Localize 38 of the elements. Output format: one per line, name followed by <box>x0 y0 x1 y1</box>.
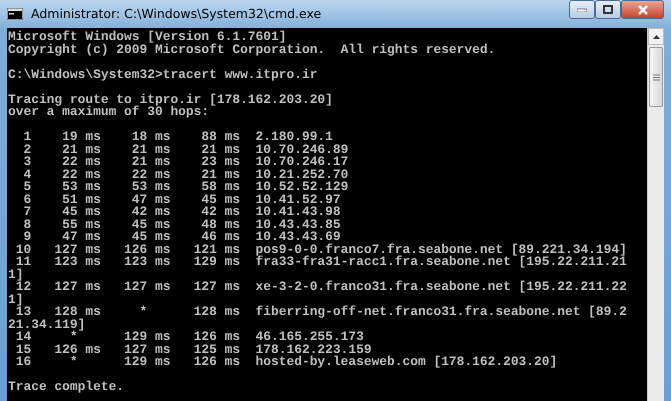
console-line: 12 127 ms 127 ms 127 ms xe-3-2-0.franco31.fra.seabone.net [195.22.211.22 <box>16 281 628 294</box>
maximize-button[interactable] <box>595 0 621 19</box>
console-line: 1 19 ms 18 ms 88 ms 2.180.99.1 <box>22 131 334 144</box>
console-line: 3 22 ms 21 ms 23 ms 10.70.246.17 <box>22 156 350 168</box>
console-line: Tracing route to itpro.ir [178.162.203.20] <box>8 94 334 106</box>
console-line: Trace complete. <box>8 381 126 394</box>
console-line: Microsoft Windows [Version 6.1.7601] <box>8 31 286 44</box>
console-line: 13 128 ms * 128 ms fiberring-off-net.franco31.fra.seabone.net [89.2 <box>16 306 628 318</box>
console-line: 8 55 ms 45 ms 48 ms 10.43.43.85 <box>22 218 342 231</box>
close-button[interactable] <box>621 0 664 19</box>
console-line: 15 126 ms 127 ms 125 ms 178.162.223.159 <box>14 344 372 356</box>
console-line: 10 127 ms 126 ms 121 ms pos9-0-0.franco7.fra.seabone.net [89.221.34.194] <box>14 244 628 256</box>
console-line: 16 * 129 ms 126 ms hosted-by.leaseweb.com [178.162.203.20] <box>14 356 558 368</box>
console-line: 2 21 ms 21 ms 21 ms 10.70.246.89 <box>22 144 350 156</box>
scroll-up-button[interactable] <box>648 28 664 45</box>
close-icon <box>636 4 648 14</box>
console-line: C:\Windows\System32>tracert www.itpro.ir <box>8 68 318 81</box>
console-line: 4 22 ms 22 ms 21 ms 10.21.252.70 <box>22 168 350 181</box>
console-line: over a maximum of 30 hops: <box>8 106 210 118</box>
minimize-button[interactable] <box>569 0 595 19</box>
console-line: 9 47 ms 45 ms 46 ms 10.43.43.69 <box>22 231 341 244</box>
console-line: 5 53 ms 53 ms 58 ms 10.52.52.129 <box>22 181 350 194</box>
console-line: 1] <box>8 294 24 306</box>
console-line: 14 * 129 ms 126 ms 46.165.255.173 <box>16 331 365 344</box>
console-app-icon <box>7 8 23 20</box>
console-line: Copyright (c) 2009 Microsoft Corporation. All rights reserved. <box>8 44 496 56</box>
console-line: 1] <box>8 268 24 281</box>
grip-icon <box>652 74 660 80</box>
window-title: Administrator: C:\Windows\System32\cmd.exe <box>31 4 322 23</box>
console-line: 6 51 ms 47 ms 45 ms 10.41.52.97 <box>22 194 342 206</box>
console-line: 21.34.119] <box>8 318 86 331</box>
minimize-icon <box>577 8 587 12</box>
scroll-thumb[interactable] <box>649 47 663 107</box>
console-line: 11 123 ms 123 ms 129 ms fra33-fra31-racc1.fra.seabone.net [195.22.211.21 <box>16 256 628 268</box>
scrollbar[interactable] <box>647 28 664 401</box>
up-arrow-icon <box>652 34 660 38</box>
console-line: 7 45 ms 42 ms 42 ms 10.41.43.98 <box>22 206 342 218</box>
maximize-icon <box>603 5 613 14</box>
